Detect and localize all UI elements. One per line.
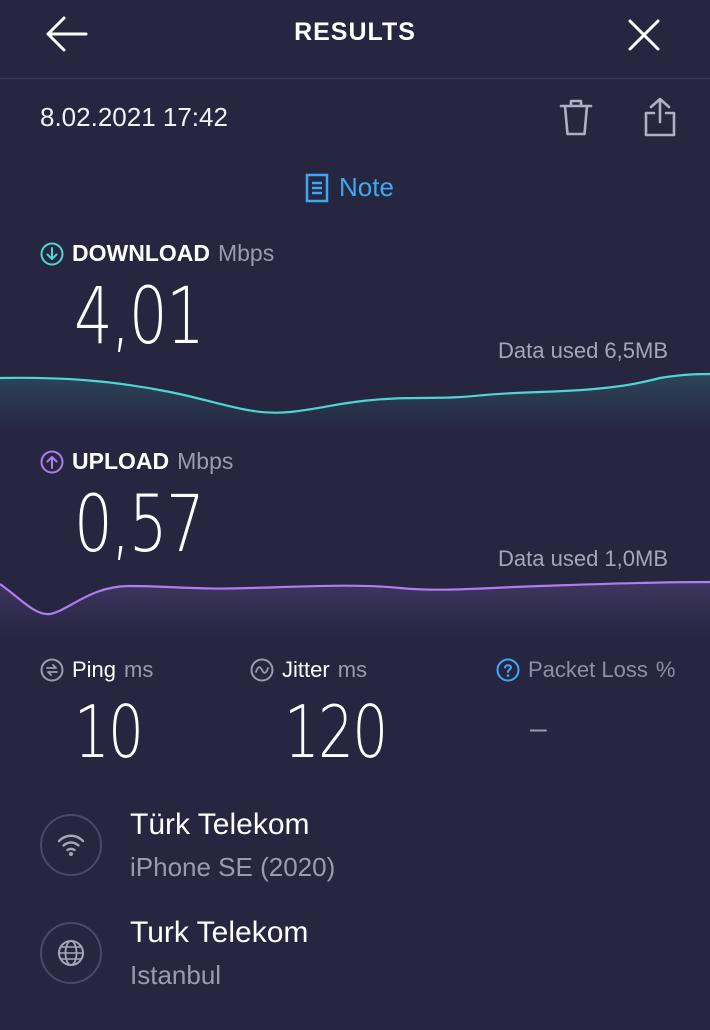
packet-loss-value: – xyxy=(530,712,547,745)
packet-loss-label: Packet Loss xyxy=(528,657,648,682)
globe-icon-badge xyxy=(40,922,102,984)
download-value: 4,01 xyxy=(74,272,205,362)
server-name: Turk Telekom xyxy=(130,916,309,949)
ping-value: 10 xyxy=(74,690,144,774)
ping-unit: ms xyxy=(124,657,154,682)
close-icon[interactable] xyxy=(626,17,662,53)
packet-loss-unit: % xyxy=(655,657,676,682)
jitter-unit: ms xyxy=(337,657,368,682)
server-location: Istanbul xyxy=(130,960,222,990)
upload-graph xyxy=(0,580,710,638)
upload-unit: Mbps xyxy=(177,448,234,474)
ping-icon xyxy=(40,658,64,682)
device-name: iPhone SE (2020) xyxy=(130,852,336,882)
help-icon[interactable] xyxy=(496,658,520,682)
packet-loss-label-row[interactable]: Packet Loss % xyxy=(496,657,675,683)
download-arrow-icon xyxy=(40,242,64,265)
globe-icon xyxy=(58,940,84,966)
share-icon[interactable] xyxy=(642,96,678,138)
upload-value: 0,57 xyxy=(74,480,205,570)
trash-icon[interactable] xyxy=(558,98,594,138)
ping-label: Ping xyxy=(72,657,117,682)
upload-label: UPLOAD xyxy=(72,448,170,474)
isp-name: Türk Telekom xyxy=(130,808,310,841)
wifi-icon xyxy=(57,834,85,856)
download-label: DOWNLOAD xyxy=(72,240,210,266)
jitter-icon xyxy=(250,658,274,682)
note-button[interactable]: Note xyxy=(305,172,394,203)
ping-label-row: Ping ms xyxy=(40,657,153,683)
jitter-value: 120 xyxy=(284,690,388,774)
wifi-icon-badge xyxy=(40,814,102,876)
jitter-label-row: Jitter ms xyxy=(250,657,367,683)
download-label-row: DOWNLOAD Mbps xyxy=(40,240,274,267)
page-title: RESULTS xyxy=(294,18,416,46)
note-label: Note xyxy=(339,172,394,202)
download-unit: Mbps xyxy=(217,240,275,266)
note-icon xyxy=(305,173,329,202)
download-graph xyxy=(0,372,710,430)
test-datetime: 8.02.2021 17:42 xyxy=(40,102,228,132)
upload-label-row: UPLOAD Mbps xyxy=(40,448,233,475)
upload-arrow-icon xyxy=(40,450,64,473)
jitter-label: Jitter xyxy=(282,657,330,682)
